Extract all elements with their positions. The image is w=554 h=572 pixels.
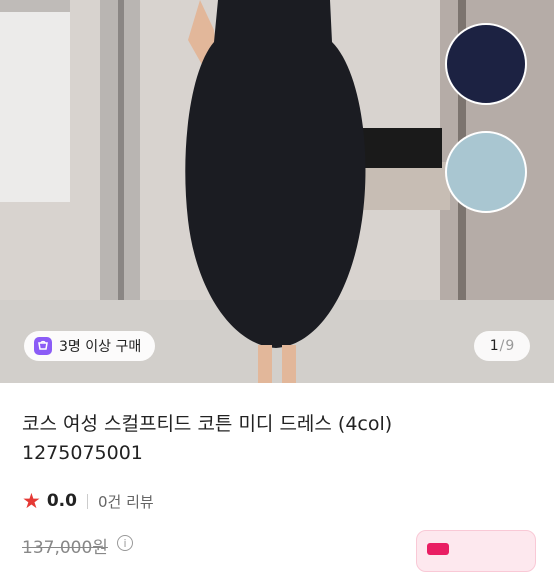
pager-separator: / [499, 338, 505, 354]
coupon-icon [427, 543, 449, 555]
product-photo [0, 0, 554, 383]
rating-score: 0.0 [46, 491, 77, 511]
original-price: 137,000원 [22, 538, 108, 558]
rating-divider [86, 493, 88, 509]
image-pager: 1 / 9 [474, 331, 530, 361]
rating-row[interactable]: ★ 0.0 0건 리뷰 [22, 489, 154, 513]
star-icon: ★ [22, 489, 41, 513]
product-title: 코스 여성 스컬프티드 코튼 미디 드레스 (4col) [22, 413, 393, 435]
swatch-navy [445, 23, 527, 105]
cart-icon [34, 337, 52, 355]
group-buy-badge: 3명 이상 구매 [24, 331, 156, 361]
review-count-link[interactable]: 0건 리뷰 [98, 491, 154, 512]
swatch-light-blue [445, 131, 527, 213]
product-code: 1275075001 [22, 442, 143, 464]
product-image-carousel[interactable]: 3명 이상 구매 1 / 9 [0, 0, 554, 383]
info-icon[interactable]: i [117, 535, 133, 551]
pager-total: 9 [505, 338, 515, 354]
pager-current: 1 [489, 338, 499, 354]
coupon-button[interactable] [416, 530, 536, 572]
group-buy-label: 3명 이상 구매 [59, 339, 142, 355]
